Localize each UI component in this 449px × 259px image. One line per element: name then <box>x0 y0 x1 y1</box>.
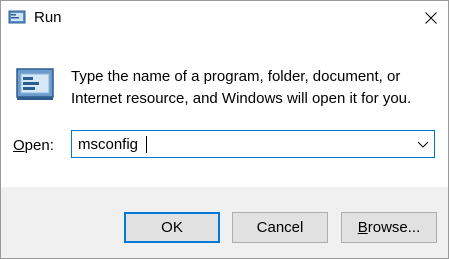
cancel-button-label: Cancel <box>256 219 304 236</box>
browse-accelerator: B <box>357 219 368 236</box>
browse-button[interactable]: Browse... <box>341 212 437 243</box>
open-input[interactable] <box>78 134 398 154</box>
title-bar[interactable]: Run <box>1 1 448 35</box>
chevron-down-icon[interactable] <box>417 139 429 149</box>
browse-button-label: Browse... <box>358 219 421 236</box>
description-text: Type the name of a program, folder, docu… <box>71 68 412 107</box>
ok-button-label: OK <box>161 219 183 236</box>
cancel-button[interactable]: Cancel <box>232 212 328 243</box>
close-button[interactable] <box>415 1 447 35</box>
run-icon <box>15 66 55 102</box>
text-caret <box>146 136 147 153</box>
browse-label-text: rowse... <box>367 219 421 236</box>
open-label: Open: <box>13 137 54 154</box>
window-title: Run <box>34 9 62 26</box>
close-icon <box>425 12 437 24</box>
ok-button[interactable]: OK <box>124 212 220 243</box>
open-label-accelerator: O <box>13 137 25 154</box>
open-combobox[interactable] <box>71 130 435 158</box>
run-icon <box>8 9 26 25</box>
open-label-text: pen: <box>24 137 54 154</box>
run-dialog: Run Type the name of a program, folder, … <box>0 0 449 259</box>
